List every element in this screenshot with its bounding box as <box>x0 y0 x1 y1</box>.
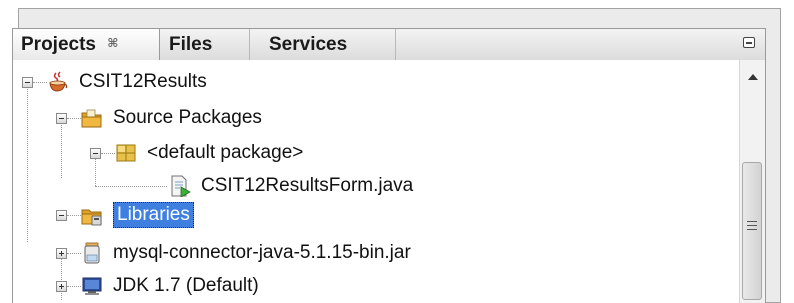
tree-node-source-packages[interactable]: Source Packages <box>81 102 262 134</box>
library-folder-icon <box>81 209 102 226</box>
source-folder-icon <box>81 109 102 128</box>
tree-node-mysql-jar[interactable]: mysql-connector-java-5.1.15-bin.jar <box>81 237 411 269</box>
tree-guide-line <box>95 186 167 187</box>
tree-node-project-label: CSIT12Results <box>79 71 207 92</box>
tree-guide-line <box>67 253 81 254</box>
package-icon <box>116 144 136 162</box>
tree-node-libraries[interactable]: Libraries <box>81 199 194 231</box>
tab-projects-label: Projects <box>21 34 96 55</box>
tree-node-mysql-jar-label: mysql-connector-java-5.1.15-bin.jar <box>113 242 411 263</box>
collapse-source-packages-toggle[interactable] <box>56 113 67 124</box>
tree-node-form-file[interactable]: CSIT12ResultsForm.java <box>169 170 413 202</box>
tree-guide-line <box>101 153 115 154</box>
expand-jdk-toggle[interactable] <box>56 281 67 292</box>
tree-guide-line <box>67 286 81 287</box>
tree-node-project[interactable]: CSIT12Results <box>47 66 207 98</box>
tree-guide-line <box>27 82 28 242</box>
collapse-project-toggle[interactable] <box>22 77 33 88</box>
tree-node-form-file-label: CSIT12ResultsForm.java <box>201 175 414 196</box>
project-tree: CSIT12Results Source Packages <default p… <box>12 60 766 303</box>
vertical-scrollbar[interactable] <box>739 60 765 303</box>
tree-node-default-package-label: <default package> <box>147 142 304 163</box>
tree-node-default-package[interactable]: <default package> <box>115 137 303 169</box>
scrollbar-thumb[interactable] <box>742 162 762 300</box>
tab-services[interactable]: Services <box>251 29 396 60</box>
tab-projects[interactable]: Projects ⌘ <box>13 29 160 60</box>
tab-bar: Projects ⌘ Files Services <box>12 28 766 61</box>
close-tab-icon[interactable]: ⌘ <box>107 36 118 50</box>
tree-guide-line <box>33 82 47 83</box>
scroll-up-arrow-icon[interactable] <box>748 74 758 80</box>
grip-line <box>747 229 757 230</box>
coffee-cup-icon <box>49 71 68 92</box>
minimize-window-icon[interactable] <box>743 37 755 48</box>
jdk-monitor-icon <box>82 277 102 295</box>
tree-node-libraries-label: Libraries <box>113 202 194 228</box>
tree-guide-line <box>95 156 96 186</box>
java-form-icon <box>171 175 191 197</box>
jar-icon <box>84 242 100 264</box>
collapse-libraries-toggle[interactable] <box>56 210 67 221</box>
grip-line <box>747 221 757 222</box>
grip-line <box>747 225 757 226</box>
expand-mysql-jar-toggle[interactable] <box>56 248 67 259</box>
tree-node-jdk-label: JDK 1.7 (Default) <box>113 275 259 296</box>
tree-guide-line <box>67 215 81 216</box>
tree-guide-line <box>67 118 81 119</box>
tree-node-source-packages-label: Source Packages <box>113 107 262 128</box>
tree-node-jdk[interactable]: JDK 1.7 (Default) <box>81 270 259 302</box>
tab-services-label: Services <box>269 34 348 55</box>
tab-files-label: Files <box>169 34 213 55</box>
tab-files[interactable]: Files <box>161 29 250 60</box>
collapse-default-package-toggle[interactable] <box>90 148 101 159</box>
tree-guide-line <box>61 118 62 178</box>
